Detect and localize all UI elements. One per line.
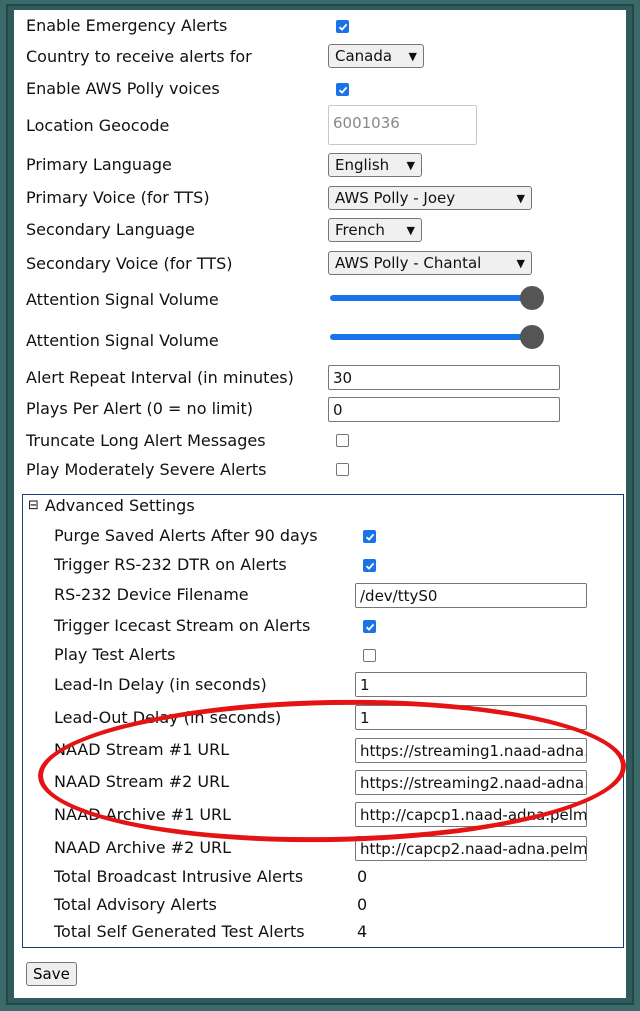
enable-emergency-alerts-checkbox[interactable] <box>336 20 349 33</box>
purge-saved-checkbox[interactable] <box>363 530 376 543</box>
slider-thumb[interactable] <box>520 286 544 310</box>
secondary-language-label: Secondary Language <box>26 220 195 239</box>
alert-repeat-interval-input[interactable]: 30 <box>328 365 560 390</box>
trigger-rs232-label: Trigger RS-232 DTR on Alerts <box>54 555 287 574</box>
location-geocode-label: Location Geocode <box>26 116 170 135</box>
rs232-device-label: RS-232 Device Filename <box>54 585 249 604</box>
lead-in-delay-value: 1 <box>360 675 370 694</box>
naad-archive-2-label: NAAD Archive #2 URL <box>54 838 232 857</box>
truncate-long-label: Truncate Long Alert Messages <box>26 431 266 450</box>
slider-thumb[interactable] <box>520 325 544 349</box>
total-advisory-label: Total Advisory Alerts <box>54 895 217 914</box>
enable-emergency-alerts-label: Enable Emergency Alerts <box>26 16 228 35</box>
secondary-voice-label: Secondary Voice (for TTS) <box>26 254 233 273</box>
country-value: Canada <box>335 47 393 65</box>
lead-in-delay-input[interactable]: 1 <box>355 672 587 697</box>
settings-panel: Enable Emergency Alerts Country to recei… <box>14 10 628 998</box>
secondary-voice-value: AWS Polly - Chantal <box>335 254 482 272</box>
chevron-down-icon: ▼ <box>406 158 415 172</box>
lead-out-delay-label: Lead-Out Delay (in seconds) <box>54 708 282 727</box>
rs232-device-value: /dev/ttyS0 <box>360 586 438 605</box>
save-button[interactable]: Save <box>26 962 77 986</box>
naad-stream-1-input[interactable]: https://streaming1.naad-adna.pelmorex.co… <box>355 738 587 763</box>
primary-voice-select[interactable]: AWS Polly - Joey ▼ <box>328 186 532 210</box>
naad-stream-2-value: https://streaming2.naad-adna.pelmorex.co… <box>360 773 586 792</box>
secondary-language-select[interactable]: French ▼ <box>328 218 422 242</box>
naad-stream-1-label: NAAD Stream #1 URL <box>54 740 230 759</box>
slider-track <box>330 295 532 301</box>
primary-language-value: English <box>335 156 390 174</box>
plays-per-alert-label: Plays Per Alert (0 = no limit) <box>26 399 253 418</box>
purge-saved-label: Purge Saved Alerts After 90 days <box>54 526 318 545</box>
primary-language-select[interactable]: English ▼ <box>328 153 422 177</box>
slider-track <box>330 334 532 340</box>
attention-volume-1-slider[interactable] <box>330 286 544 310</box>
lead-out-delay-value: 1 <box>360 708 370 727</box>
trigger-rs232-checkbox[interactable] <box>363 559 376 572</box>
advanced-settings-header[interactable]: ⊟ Advanced Settings <box>28 496 195 515</box>
advanced-settings-title: Advanced Settings <box>44 496 195 515</box>
naad-stream-2-input[interactable]: https://streaming2.naad-adna.pelmorex.co… <box>355 770 587 795</box>
naad-stream-1-value: https://streaming1.naad-adna.pelmorex.co… <box>360 741 586 760</box>
primary-language-label: Primary Language <box>26 155 172 174</box>
attention-volume-2-slider[interactable] <box>330 325 544 349</box>
naad-stream-2-label: NAAD Stream #2 URL <box>54 772 230 791</box>
play-moderately-severe-checkbox[interactable] <box>336 463 349 476</box>
secondary-language-value: French <box>335 221 385 239</box>
plays-per-alert-input[interactable]: 0 <box>328 397 560 422</box>
alert-repeat-interval-label: Alert Repeat Interval (in minutes) <box>26 368 294 387</box>
play-test-alerts-label: Play Test Alerts <box>54 645 176 664</box>
attention-volume-1-label: Attention Signal Volume <box>26 290 219 309</box>
primary-voice-label: Primary Voice (for TTS) <box>26 188 210 207</box>
total-self-generated-test-value: 4 <box>357 922 368 941</box>
rs232-device-input[interactable]: /dev/ttyS0 <box>355 583 587 608</box>
naad-archive-1-value: http://capcp1.naad-adna.pelmorex.com <box>360 805 587 824</box>
enable-aws-polly-checkbox[interactable] <box>336 83 349 96</box>
secondary-voice-select[interactable]: AWS Polly - Chantal ▼ <box>328 251 532 275</box>
play-test-alerts-checkbox[interactable] <box>363 649 376 662</box>
chevron-down-icon: ▼ <box>408 49 417 63</box>
trigger-icecast-label: Trigger Icecast Stream on Alerts <box>54 616 311 635</box>
attention-volume-2-label: Attention Signal Volume <box>26 331 219 350</box>
lead-in-delay-label: Lead-In Delay (in seconds) <box>54 675 267 694</box>
alert-repeat-interval-value: 30 <box>333 368 353 387</box>
plays-per-alert-value: 0 <box>333 400 343 419</box>
chevron-down-icon: ▼ <box>406 223 415 237</box>
location-geocode-placeholder: 6001036 <box>333 114 400 132</box>
primary-voice-value: AWS Polly - Joey <box>335 189 456 207</box>
lead-out-delay-input[interactable]: 1 <box>355 705 587 730</box>
country-select[interactable]: Canada ▼ <box>328 44 424 68</box>
total-self-generated-test-label: Total Self Generated Test Alerts <box>54 922 305 941</box>
collapse-toggle-icon[interactable]: ⊟ <box>28 498 39 513</box>
total-broadcast-intrusive-value: 0 <box>357 867 368 886</box>
naad-archive-1-label: NAAD Archive #1 URL <box>54 805 232 824</box>
country-label: Country to receive alerts for <box>26 47 252 66</box>
trigger-icecast-checkbox[interactable] <box>363 620 376 633</box>
truncate-long-checkbox[interactable] <box>336 434 349 447</box>
naad-archive-1-input[interactable]: http://capcp1.naad-adna.pelmorex.com <box>355 802 587 827</box>
location-geocode-input[interactable]: 6001036 <box>328 105 477 145</box>
total-broadcast-intrusive-label: Total Broadcast Intrusive Alerts <box>54 867 304 886</box>
naad-archive-2-value: http://capcp2.naad-adna.pelmorex.com <box>360 839 587 858</box>
play-moderately-severe-label: Play Moderately Severe Alerts <box>26 460 267 479</box>
chevron-down-icon: ▼ <box>516 256 525 270</box>
chevron-down-icon: ▼ <box>516 191 525 205</box>
total-advisory-value: 0 <box>357 895 368 914</box>
enable-aws-polly-label: Enable AWS Polly voices <box>26 79 220 98</box>
naad-archive-2-input[interactable]: http://capcp2.naad-adna.pelmorex.com <box>355 836 587 861</box>
